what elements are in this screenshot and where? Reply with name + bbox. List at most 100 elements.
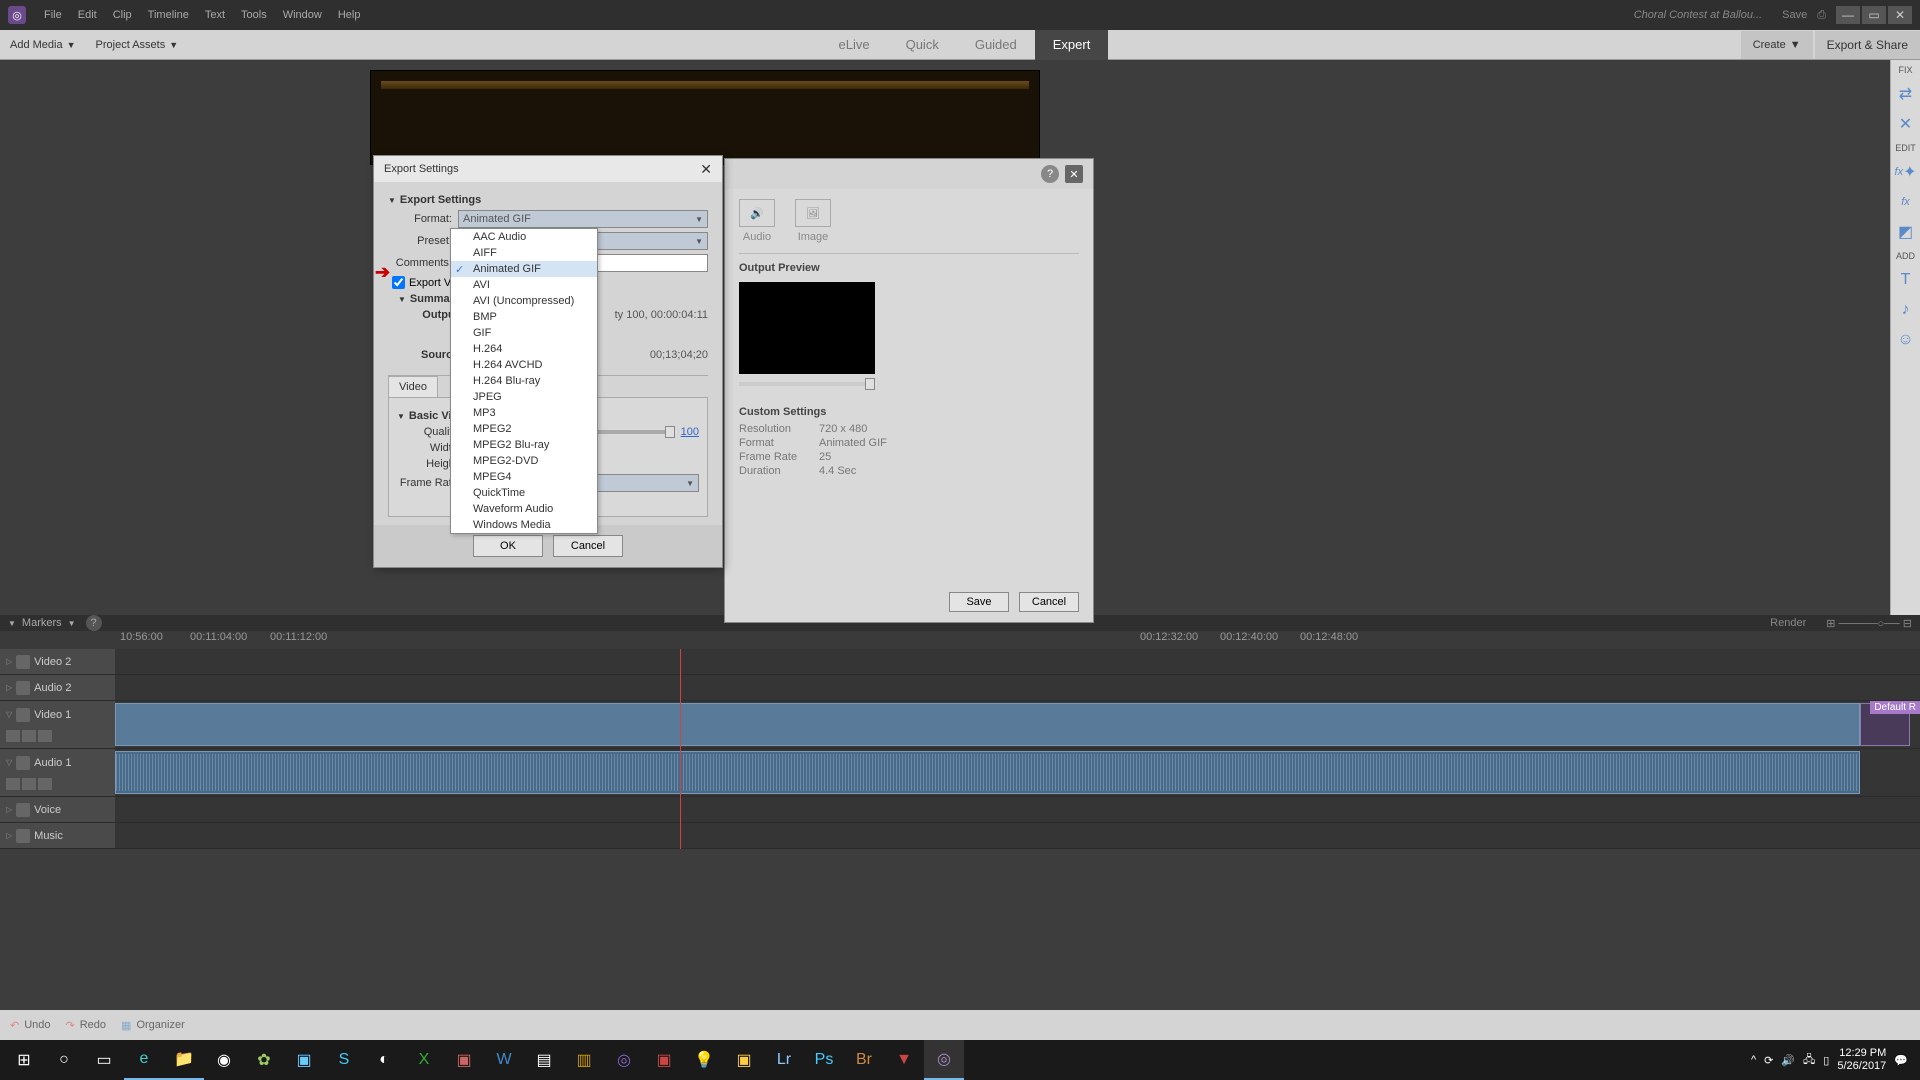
- format-option[interactable]: BMP: [451, 309, 597, 325]
- explorer-icon[interactable]: 📁: [164, 1040, 204, 1080]
- create-button[interactable]: Create▼: [1741, 31, 1813, 59]
- track-btn[interactable]: [6, 778, 20, 790]
- output-save-button[interactable]: Save: [949, 592, 1009, 612]
- format-option[interactable]: JPEG: [451, 389, 597, 405]
- menu-clip[interactable]: Clip: [105, 9, 140, 21]
- app-icon-11[interactable]: ▼: [884, 1040, 924, 1080]
- mode-quick[interactable]: Quick: [888, 30, 957, 60]
- text-icon[interactable]: T: [1895, 269, 1917, 291]
- help-icon[interactable]: ?: [1041, 165, 1059, 183]
- audio-clip[interactable]: [115, 751, 1860, 794]
- close-icon[interactable]: ✕: [1065, 165, 1083, 183]
- word-icon[interactable]: W: [484, 1040, 524, 1080]
- app-icon-6[interactable]: ▥: [564, 1040, 604, 1080]
- excel-icon[interactable]: X: [404, 1040, 444, 1080]
- mode-expert[interactable]: Expert: [1035, 30, 1109, 60]
- project-assets-button[interactable]: Project Assets▼: [86, 30, 189, 60]
- fx-icon[interactable]: fx✦: [1895, 161, 1917, 183]
- window-close[interactable]: ✕: [1888, 6, 1912, 24]
- premiere-elements-icon[interactable]: ◎: [924, 1040, 964, 1080]
- format-option[interactable]: AVI (Uncompressed): [451, 293, 597, 309]
- menu-timeline[interactable]: Timeline: [140, 9, 197, 21]
- start-button[interactable]: ⊞: [4, 1040, 44, 1080]
- task-view-icon[interactable]: ▭: [84, 1040, 124, 1080]
- cortana-icon[interactable]: ○: [44, 1040, 84, 1080]
- window-minimize[interactable]: —: [1836, 6, 1860, 24]
- format-option[interactable]: Waveform Audio: [451, 501, 597, 517]
- menu-file[interactable]: File: [36, 9, 70, 21]
- notifications-icon[interactable]: 💬: [1894, 1054, 1908, 1067]
- tray-network-icon[interactable]: 🖧: [1803, 1051, 1815, 1070]
- preview-slider[interactable]: [739, 382, 875, 386]
- mode-elive[interactable]: eLive: [821, 30, 888, 60]
- markers-button[interactable]: Markers: [16, 617, 68, 629]
- quality-value[interactable]: 100: [681, 426, 699, 438]
- track-btn[interactable]: [6, 730, 20, 742]
- menu-edit[interactable]: Edit: [70, 9, 105, 21]
- music-icon[interactable]: ♪: [1895, 299, 1917, 321]
- menu-window[interactable]: Window: [275, 9, 330, 21]
- eye-icon[interactable]: [16, 708, 30, 722]
- format-option[interactable]: MPEG2 Blu-ray: [451, 437, 597, 453]
- app-icon-9[interactable]: 💡: [684, 1040, 724, 1080]
- track-btn[interactable]: [22, 730, 36, 742]
- track-btn[interactable]: [22, 778, 36, 790]
- skype-icon[interactable]: S: [324, 1040, 364, 1080]
- export-share-button[interactable]: Export & Share: [1815, 31, 1920, 59]
- bridge-icon[interactable]: Br: [844, 1040, 884, 1080]
- format-option[interactable]: Windows Media: [451, 517, 597, 533]
- tools-icon[interactable]: ✕: [1895, 113, 1917, 135]
- cancel-button[interactable]: Cancel: [553, 535, 623, 557]
- app-icon-7[interactable]: ◎: [604, 1040, 644, 1080]
- speaker-icon[interactable]: [16, 756, 30, 770]
- track-audio2-body[interactable]: [115, 675, 1920, 700]
- export-settings-section[interactable]: Export Settings: [388, 194, 708, 206]
- color-icon[interactable]: ◩: [1895, 221, 1917, 243]
- save-button[interactable]: Save: [1782, 9, 1807, 21]
- format-option[interactable]: Animated GIF: [451, 261, 597, 277]
- menu-tools[interactable]: Tools: [233, 9, 275, 21]
- playhead[interactable]: [680, 649, 681, 849]
- ok-button[interactable]: OK: [473, 535, 543, 557]
- format-option[interactable]: AVI: [451, 277, 597, 293]
- tray-volume-icon[interactable]: 🔊: [1781, 1054, 1795, 1067]
- track-audio1-body[interactable]: [115, 749, 1920, 796]
- window-maximize[interactable]: ▭: [1862, 6, 1886, 24]
- track-music-body[interactable]: [115, 823, 1920, 848]
- track-btn[interactable]: [38, 778, 52, 790]
- track-btn[interactable]: [38, 730, 52, 742]
- photoshop-icon[interactable]: Ps: [804, 1040, 844, 1080]
- smiley-icon[interactable]: ☺: [1895, 329, 1917, 351]
- format-option[interactable]: AIFF: [451, 245, 597, 261]
- app-icon-4[interactable]: ▣: [444, 1040, 484, 1080]
- app-icon-8[interactable]: ▣: [644, 1040, 684, 1080]
- format-option[interactable]: MPEG2: [451, 421, 597, 437]
- adjust-icon[interactable]: ⇄: [1895, 83, 1917, 105]
- tray-sync-icon[interactable]: ⟳: [1764, 1054, 1773, 1067]
- mode-guided[interactable]: Guided: [957, 30, 1035, 60]
- app-icon-2[interactable]: ▣: [284, 1040, 324, 1080]
- tray-chevron-icon[interactable]: ^: [1751, 1054, 1756, 1066]
- format-option[interactable]: H.264 AVCHD: [451, 357, 597, 373]
- app-icon-5[interactable]: ▤: [524, 1040, 564, 1080]
- format-option[interactable]: GIF: [451, 325, 597, 341]
- fx2-icon[interactable]: fx: [1895, 191, 1917, 213]
- redo-button[interactable]: ↷Redo: [66, 1019, 107, 1032]
- format-option[interactable]: H.264: [451, 341, 597, 357]
- close-icon[interactable]: ✕: [700, 161, 712, 178]
- audio-output-button[interactable]: 🔊Audio: [739, 199, 775, 243]
- format-option[interactable]: AAC Audio: [451, 229, 597, 245]
- tray-battery-icon[interactable]: ▯: [1823, 1054, 1829, 1067]
- lightroom-icon[interactable]: Lr: [764, 1040, 804, 1080]
- app-icon-1[interactable]: ✿: [244, 1040, 284, 1080]
- render-button[interactable]: Render: [1770, 617, 1806, 629]
- organizer-button[interactable]: ▦Organizer: [121, 1019, 185, 1032]
- format-option[interactable]: H.264 Blu-ray: [451, 373, 597, 389]
- menu-text[interactable]: Text: [197, 9, 233, 21]
- format-combobox[interactable]: Animated GIF▼: [458, 210, 708, 228]
- edge-icon[interactable]: e: [124, 1040, 164, 1080]
- dialog-titlebar[interactable]: Export Settings ✕: [374, 156, 722, 182]
- taskbar-clock[interactable]: 12:29 PM 5/26/2017: [1837, 1047, 1886, 1073]
- video-tab[interactable]: Video: [388, 376, 438, 397]
- menu-help[interactable]: Help: [330, 9, 369, 21]
